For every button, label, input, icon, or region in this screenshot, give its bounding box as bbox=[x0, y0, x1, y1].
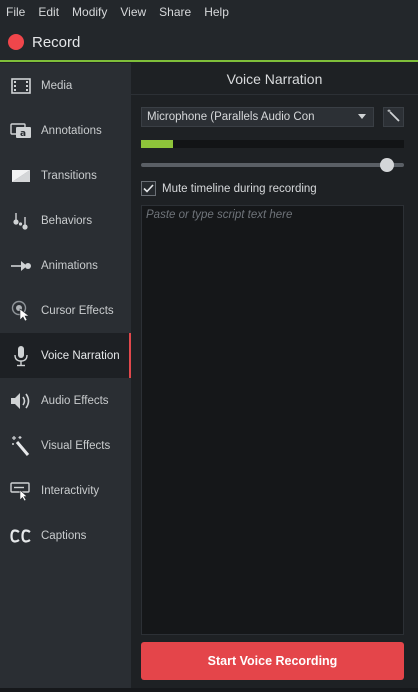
interactivity-icon bbox=[10, 480, 32, 502]
mute-timeline-label: Mute timeline during recording bbox=[162, 182, 317, 195]
volume-slider-knob[interactable] bbox=[380, 158, 394, 172]
menu-view[interactable]: View bbox=[120, 5, 146, 19]
microphone-select[interactable]: Microphone (Parallels Audio Con bbox=[141, 107, 374, 127]
sidebar-item-captions[interactable]: Captions bbox=[0, 513, 131, 558]
auto-level-button[interactable] bbox=[383, 107, 404, 127]
menu-help[interactable]: Help bbox=[204, 5, 229, 19]
bottom-border bbox=[0, 688, 418, 692]
checkmark-icon bbox=[143, 184, 154, 193]
record-button-label[interactable]: Record bbox=[32, 34, 80, 51]
sidebar-item-voice-narration[interactable]: Voice Narration bbox=[0, 333, 131, 378]
record-dot-icon[interactable] bbox=[8, 34, 24, 50]
volume-slider-rail[interactable] bbox=[141, 163, 404, 167]
menu-modify[interactable]: Modify bbox=[72, 5, 107, 19]
sidebar-item-label: Audio Effects bbox=[41, 394, 109, 407]
film-strip-icon bbox=[10, 75, 32, 97]
sidebar-item-annotations[interactable]: a Annotations bbox=[0, 108, 131, 153]
sidebar-item-animations[interactable]: Animations bbox=[0, 243, 131, 288]
microphone-select-value: Microphone (Parallels Audio Con bbox=[147, 111, 315, 123]
panel-title: Voice Narration bbox=[131, 63, 418, 95]
mute-timeline-checkbox[interactable] bbox=[141, 181, 156, 196]
svg-text:a: a bbox=[20, 129, 26, 139]
voice-narration-panel: Voice Narration Microphone (Parallels Au… bbox=[131, 63, 418, 688]
captions-icon bbox=[10, 525, 32, 547]
sidebar-item-label: Media bbox=[41, 79, 73, 92]
sidebar-item-label: Animations bbox=[41, 259, 98, 272]
start-voice-recording-button[interactable]: Start Voice Recording bbox=[141, 642, 404, 680]
menu-file[interactable]: File bbox=[6, 5, 25, 19]
volume-slider[interactable] bbox=[141, 158, 404, 172]
sidebar-item-behaviors[interactable]: Behaviors bbox=[0, 198, 131, 243]
sidebar-item-label: Cursor Effects bbox=[41, 304, 114, 317]
magic-wand-icon bbox=[387, 109, 401, 126]
mute-timeline-option[interactable]: Mute timeline during recording bbox=[141, 181, 317, 196]
menu-share[interactable]: Share bbox=[159, 5, 191, 19]
sidebar-item-label: Voice Narration bbox=[41, 349, 120, 362]
sidebar-item-interactivity[interactable]: Interactivity bbox=[0, 468, 131, 513]
behaviors-icon bbox=[10, 210, 32, 232]
sidebar-item-label: Behaviors bbox=[41, 214, 93, 227]
script-text-area[interactable] bbox=[141, 205, 404, 635]
speaker-icon bbox=[10, 390, 32, 412]
sidebar-item-label: Transitions bbox=[41, 169, 97, 182]
sidebar-item-cursor-effects[interactable]: Cursor Effects bbox=[0, 288, 131, 333]
sidebar-item-visual-effects[interactable]: Visual Effects bbox=[0, 423, 131, 468]
sidebar-item-transitions[interactable]: Transitions bbox=[0, 153, 131, 198]
input-level-meter bbox=[141, 140, 404, 148]
menu-edit[interactable]: Edit bbox=[38, 5, 59, 19]
tools-sidebar: Media a Annotations Transitions Behavior… bbox=[0, 63, 131, 688]
cursor-effects-icon bbox=[10, 300, 32, 322]
sidebar-item-label: Visual Effects bbox=[41, 439, 111, 452]
transition-icon bbox=[10, 165, 32, 187]
annotation-icon: a bbox=[10, 120, 32, 142]
animation-arrow-icon bbox=[10, 255, 32, 277]
microphone-icon bbox=[10, 345, 32, 367]
magic-wand-icon bbox=[10, 435, 32, 457]
script-text-input[interactable] bbox=[142, 206, 403, 634]
sidebar-item-media[interactable]: Media bbox=[0, 63, 131, 108]
sidebar-item-label: Captions bbox=[41, 529, 87, 542]
sidebar-item-label: Interactivity bbox=[41, 484, 100, 497]
sidebar-item-audio-effects[interactable]: Audio Effects bbox=[0, 378, 131, 423]
sidebar-item-label: Annotations bbox=[41, 124, 102, 137]
record-bar: Record bbox=[0, 24, 418, 62]
chevron-down-icon bbox=[358, 114, 366, 119]
menu-bar: File Edit Modify View Share Help bbox=[0, 0, 418, 24]
input-level-fill bbox=[141, 140, 173, 148]
